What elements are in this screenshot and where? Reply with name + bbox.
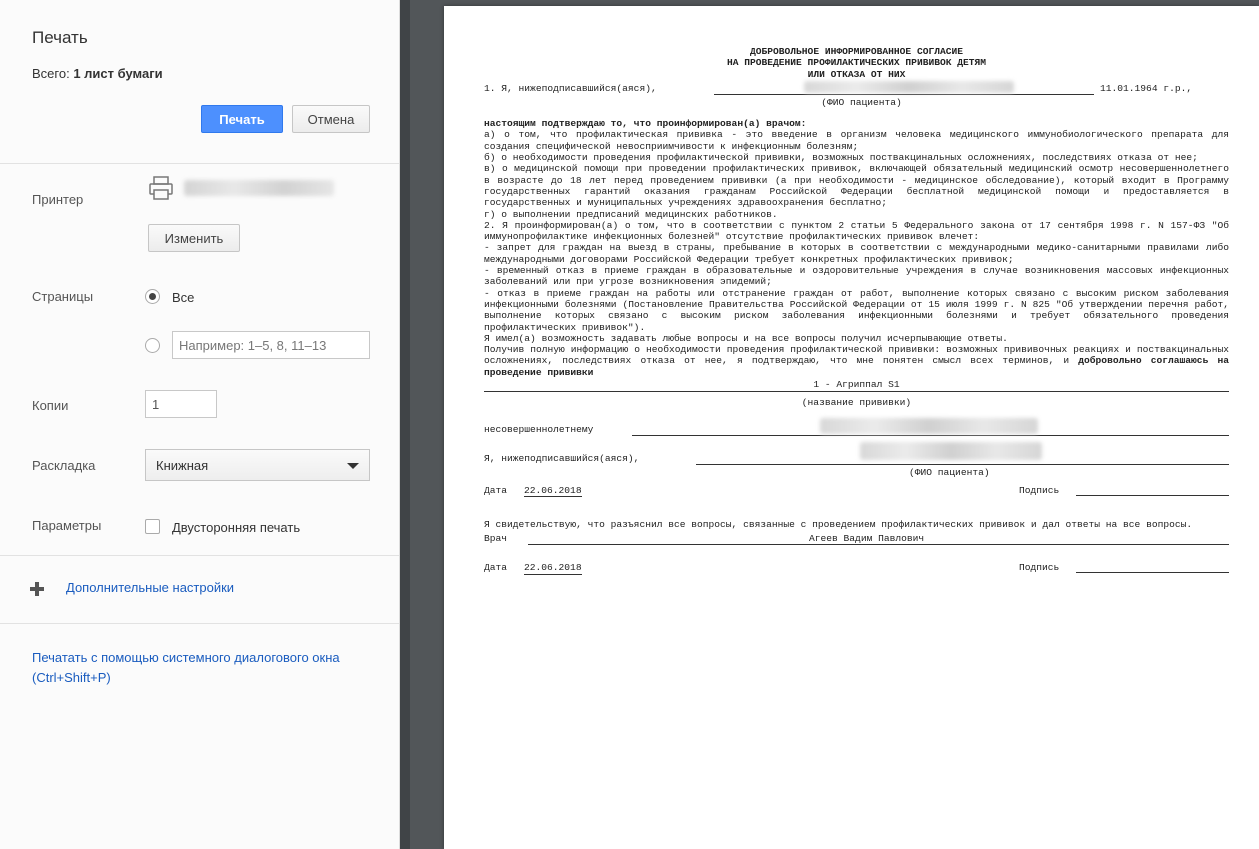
doctor-name: Агеев Вадим Павлович bbox=[809, 533, 925, 545]
date-value-2: 22.06.2018 bbox=[524, 562, 582, 575]
divider bbox=[0, 163, 399, 164]
doctor-label: Врач bbox=[484, 533, 508, 545]
signer-line: Я, нижеподписавшийся(аяся), bbox=[484, 441, 1229, 467]
doc-title-2: НА ПРОВЕДЕНИЕ ПРОФИЛАКТИЧЕСКИХ ПРИВИВОК … bbox=[726, 57, 987, 69]
chevron-down-icon bbox=[347, 463, 359, 469]
printer-label: Принтер bbox=[32, 192, 84, 207]
fio-caption: (ФИО пациента) bbox=[821, 96, 902, 108]
signer-caption: (ФИО пациента) bbox=[909, 466, 990, 478]
consent-document: ДОБРОВОЛЬНОЕ ИНФОРМИРОВАННОЕ СОГЛАСИЕ НА… bbox=[484, 46, 1229, 576]
pages-custom-radio[interactable] bbox=[145, 338, 160, 353]
date-label-2: Дата bbox=[484, 562, 508, 574]
change-printer-button[interactable]: Изменить bbox=[148, 224, 240, 252]
print-preview-area: ДОБРОВОЛЬНОЕ ИНФОРМИРОВАННОЕ СОГЛАСИЕ НА… bbox=[400, 0, 1259, 849]
duplex-checkbox[interactable] bbox=[145, 519, 160, 534]
certify-text: Я свидетельствую, что разъяснил все вопр… bbox=[484, 518, 1193, 530]
divider bbox=[0, 623, 399, 624]
para-a: а) о том, что профилактическая прививка … bbox=[484, 129, 1229, 152]
pages-range-input[interactable]: Например: 1–5, 8, 11–13 bbox=[172, 331, 370, 359]
divider bbox=[0, 555, 399, 556]
doc-title-1: ДОБРОВОЛЬНОЕ ИНФОРМИРОВАННОЕ СОГЛАСИЕ bbox=[749, 46, 964, 57]
pages-label: Страницы bbox=[32, 289, 94, 304]
date-value-1: 22.06.2018 bbox=[524, 484, 582, 498]
minor-line: несовершеннолетнему bbox=[484, 417, 1229, 438]
date-line-1: Дата 22.06.2018 Подпись bbox=[484, 484, 1229, 499]
signature-underline-2 bbox=[1076, 561, 1229, 574]
vaccine-name: 1 - Агриппал S1 bbox=[484, 379, 1229, 393]
pages-all-radio[interactable] bbox=[145, 289, 160, 304]
confirm-heading: настоящим подтверждаю то, что проинформи… bbox=[484, 118, 807, 130]
printer-name-blurred[interactable] bbox=[184, 180, 334, 196]
para-questions: Я имел(а) возможность задавать любые воп… bbox=[484, 332, 1008, 344]
layout-value: Книжная bbox=[156, 457, 209, 473]
doc-title-3: ИЛИ ОТКАЗА ОТ НИХ bbox=[807, 68, 906, 80]
copies-label: Копии bbox=[32, 398, 69, 413]
para-v: в) о медицинской помощи при проведении п… bbox=[484, 163, 1229, 209]
total-value: 1 лист бумаги bbox=[73, 66, 163, 81]
dash-1: - запрет для граждан на выезд в страны, … bbox=[484, 242, 1229, 265]
para-final: Получив полную информацию о необходимост… bbox=[484, 344, 1229, 378]
date-label-1: Дата bbox=[484, 484, 508, 496]
vaccine-caption: (название прививки) bbox=[801, 397, 912, 409]
doctor-line: Врач Агеев Вадим Павлович bbox=[484, 532, 1229, 547]
total-label: Всего: bbox=[32, 66, 70, 81]
dash-2: - временный отказ в приеме граждан в обр… bbox=[484, 265, 1229, 288]
preview-edge bbox=[400, 0, 410, 849]
print-settings-sidebar: Печать Всего: 1 лист бумаги Печать Отмен… bbox=[0, 0, 400, 849]
birth-date: 11.01.1964 г.р., bbox=[1100, 82, 1193, 94]
para-b: б) о необходимости проведения профилакти… bbox=[484, 152, 1198, 164]
printer-icon bbox=[149, 176, 173, 200]
minor-label: несовершеннолетнему bbox=[484, 423, 594, 435]
system-dialog-link[interactable]: Печатать с помощью системного диалоговог… bbox=[32, 648, 372, 688]
more-settings-link[interactable]: Дополнительные настройки bbox=[66, 578, 234, 598]
duplex-label[interactable]: Двусторонняя печать bbox=[172, 520, 300, 535]
para-g: г) о выполнении предписаний медицинских … bbox=[484, 208, 778, 220]
dash-3: - отказ в приеме граждан на работы или о… bbox=[484, 287, 1229, 333]
pages-all-label: Все bbox=[172, 290, 195, 305]
print-button[interactable]: Печать bbox=[201, 105, 283, 133]
preview-page: ДОБРОВОЛЬНОЕ ИНФОРМИРОВАННОЕ СОГЛАСИЕ НА… bbox=[444, 6, 1259, 849]
signer-label: Я, нижеподписавшийся(аяся), bbox=[484, 452, 640, 464]
signer-name-blurred bbox=[860, 441, 1042, 460]
layout-label: Раскладка bbox=[32, 458, 96, 473]
signature-underline-1 bbox=[1076, 484, 1229, 496]
date-line-2: Дата 22.06.2018 Подпись bbox=[484, 561, 1229, 576]
layout-select[interactable]: Книжная bbox=[145, 449, 370, 481]
patient-line-prefix: 1. Я, нижеподписавшийся(аяся), bbox=[484, 82, 657, 94]
total-sheets: Всего: 1 лист бумаги bbox=[32, 66, 163, 81]
cancel-button[interactable]: Отмена bbox=[292, 105, 370, 133]
patient-line: 1. Я, нижеподписавшийся(аяся), 11.01.196… bbox=[484, 80, 1229, 97]
para-2: 2. Я проинформирован(а) о том, что в соо… bbox=[484, 219, 1229, 243]
signature-label-1: Подпись bbox=[1019, 484, 1060, 496]
options-label: Параметры bbox=[32, 518, 102, 533]
patient-name-blurred bbox=[804, 80, 1014, 93]
signature-label-2: Подпись bbox=[1019, 562, 1060, 574]
minor-name-blurred bbox=[820, 417, 1038, 434]
plus-icon[interactable] bbox=[30, 582, 44, 596]
copies-input[interactable]: 1 bbox=[145, 390, 217, 418]
sidebar-title: Печать bbox=[32, 28, 88, 47]
